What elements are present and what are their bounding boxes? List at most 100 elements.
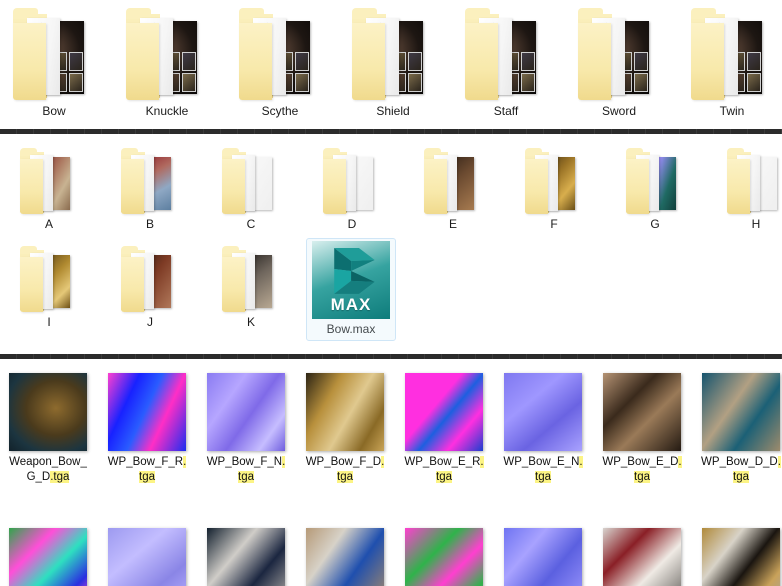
folder-preview-tile xyxy=(295,72,309,92)
folder-icon xyxy=(578,8,660,100)
texture-thumbnail xyxy=(306,528,384,586)
grid-item-texture[interactable] xyxy=(602,528,682,586)
folder-front-flap xyxy=(578,22,611,100)
folder-icon xyxy=(323,148,381,214)
grid-item-texture[interactable]: WP_Bow_D_D.tga xyxy=(701,373,781,485)
folder-icon xyxy=(126,8,208,100)
folder-icon xyxy=(222,246,280,312)
grid-item-folder-a[interactable]: A xyxy=(10,148,88,231)
item-label: Scythe xyxy=(261,104,299,118)
grid-item-folder-e[interactable]: E xyxy=(414,148,492,231)
texture-thumbnail-image xyxy=(9,373,87,451)
grid-item-folder-i[interactable]: I xyxy=(10,246,88,329)
texture-thumbnail xyxy=(504,373,582,451)
grid-item-texture[interactable]: WP_Bow_E_N.tga xyxy=(503,373,583,485)
grid-item-texture[interactable] xyxy=(206,528,286,586)
texture-thumbnail xyxy=(108,373,186,451)
grid-item-texture[interactable]: WP_Bow_E_D.tga xyxy=(602,373,682,485)
folder-front-flap xyxy=(424,158,448,214)
texture-thumbnail-image xyxy=(207,373,285,451)
item-label: Twin xyxy=(719,104,745,118)
file-label-extension-match: .tga xyxy=(50,471,70,483)
folder-front-flap xyxy=(727,158,751,214)
grid-item-folder-sword[interactable]: Sword xyxy=(575,8,663,118)
file-label-wrap: Bow.max xyxy=(306,322,396,336)
folder-icon xyxy=(239,8,321,100)
grid-item-texture[interactable]: WP_Bow_F_N.tga xyxy=(206,373,286,485)
file-label: WP_Bow_D_D.tga xyxy=(701,455,781,485)
texture-thumbnail xyxy=(9,528,87,586)
folder-icon xyxy=(727,148,782,214)
texture-thumbnail xyxy=(108,528,186,586)
folder-preview-tile xyxy=(747,51,761,71)
item-label: K xyxy=(246,315,255,329)
grid-item-file-bow-max[interactable]: MAX Bow.max xyxy=(306,238,396,341)
texture-thumbnail-image xyxy=(9,528,87,586)
folder-front-flap xyxy=(222,158,246,214)
file-label: Weapon_Bow_ G_D.tga xyxy=(8,455,88,485)
folder-icon xyxy=(20,148,78,214)
texture-thumbnail xyxy=(207,373,285,451)
grid-item-folder-d[interactable]: D xyxy=(313,148,391,231)
grid-item-folder-c[interactable]: C xyxy=(212,148,290,231)
file-label-name: WP_Bow_E_R xyxy=(404,456,481,468)
texture-thumbnail xyxy=(405,373,483,451)
grid-item-texture[interactable]: WP_Bow_F_D.tga xyxy=(305,373,385,485)
grid-item-folder-knuckle[interactable]: Knuckle xyxy=(123,8,211,118)
texture-thumbnail xyxy=(504,528,582,586)
folder-icon xyxy=(626,148,684,214)
grid-item-folder-j[interactable]: J xyxy=(111,246,189,329)
item-label: J xyxy=(147,315,153,329)
texture-thumbnail-image xyxy=(207,528,285,586)
grid-item-folder-g[interactable]: G xyxy=(616,148,694,231)
item-label: I xyxy=(47,315,51,329)
folder-front-flap xyxy=(525,158,549,214)
grid-item-folder-f[interactable]: F xyxy=(515,148,593,231)
folder-preview-tile xyxy=(521,72,535,92)
grid-item-folder-shield[interactable]: Shield xyxy=(349,8,437,118)
folder-front-flap xyxy=(626,158,650,214)
grid-item-texture[interactable]: WP_Bow_E_R.tga xyxy=(404,373,484,485)
texture-thumbnail xyxy=(702,528,780,586)
grid-item-texture[interactable] xyxy=(503,528,583,586)
texture-thumbnail-image xyxy=(603,528,681,586)
grid-item-folder-b[interactable]: B xyxy=(111,148,189,231)
folder-preview-tile xyxy=(747,72,761,92)
item-label: Shield xyxy=(376,104,410,118)
grid-item-texture[interactable] xyxy=(107,528,187,586)
max-logo-text: MAX xyxy=(330,295,372,315)
grid-item-folder-scythe[interactable]: Scythe xyxy=(236,8,324,118)
grid-item-folder-k[interactable]: K xyxy=(212,246,290,329)
grid-item-texture[interactable] xyxy=(305,528,385,586)
grid-item-texture[interactable] xyxy=(8,528,88,586)
file-label-name: WP_Bow_D_D xyxy=(701,456,778,468)
item-label: Sword xyxy=(601,104,636,118)
folder-front-flap xyxy=(352,22,385,100)
folder-front-flap xyxy=(13,22,46,100)
grid-item-texture[interactable]: Weapon_Bow_ G_D.tga xyxy=(8,373,88,485)
grid-item-folder-bow[interactable]: Bow xyxy=(10,8,98,118)
grid-item-folder-h[interactable]: H xyxy=(717,148,782,231)
folder-preview-tile xyxy=(408,72,422,92)
group-divider-2 xyxy=(0,354,782,359)
texture-thumbnail xyxy=(603,373,681,451)
file-label-name: WP_Bow_F_D xyxy=(305,456,382,468)
folder-icon xyxy=(424,148,482,214)
file-label: WP_Bow_F_N.tga xyxy=(206,455,286,485)
folder-preview-tile xyxy=(182,72,196,92)
file-explorer-content-pane[interactable]: Bow Knuckle Scythe Shield Staff Sword Twin A B C… xyxy=(0,0,782,586)
grid-item-texture[interactable]: WP_Bow_F_R.tga xyxy=(107,373,187,485)
item-label: Bow xyxy=(42,104,66,118)
folder-front-flap xyxy=(126,22,159,100)
folder-preview-tile xyxy=(634,72,648,92)
grid-item-folder-twin[interactable]: Twin xyxy=(688,8,776,118)
item-label: Knuckle xyxy=(145,104,189,118)
texture-thumbnail xyxy=(405,528,483,586)
grid-item-texture[interactable] xyxy=(404,528,484,586)
grid-item-texture[interactable] xyxy=(701,528,781,586)
item-label: D xyxy=(347,217,357,231)
folder-preview-tile xyxy=(69,72,83,92)
file-label: WP_Bow_F_D.tga xyxy=(305,455,385,485)
folder-icon xyxy=(20,246,78,312)
grid-item-folder-staff[interactable]: Staff xyxy=(462,8,550,118)
